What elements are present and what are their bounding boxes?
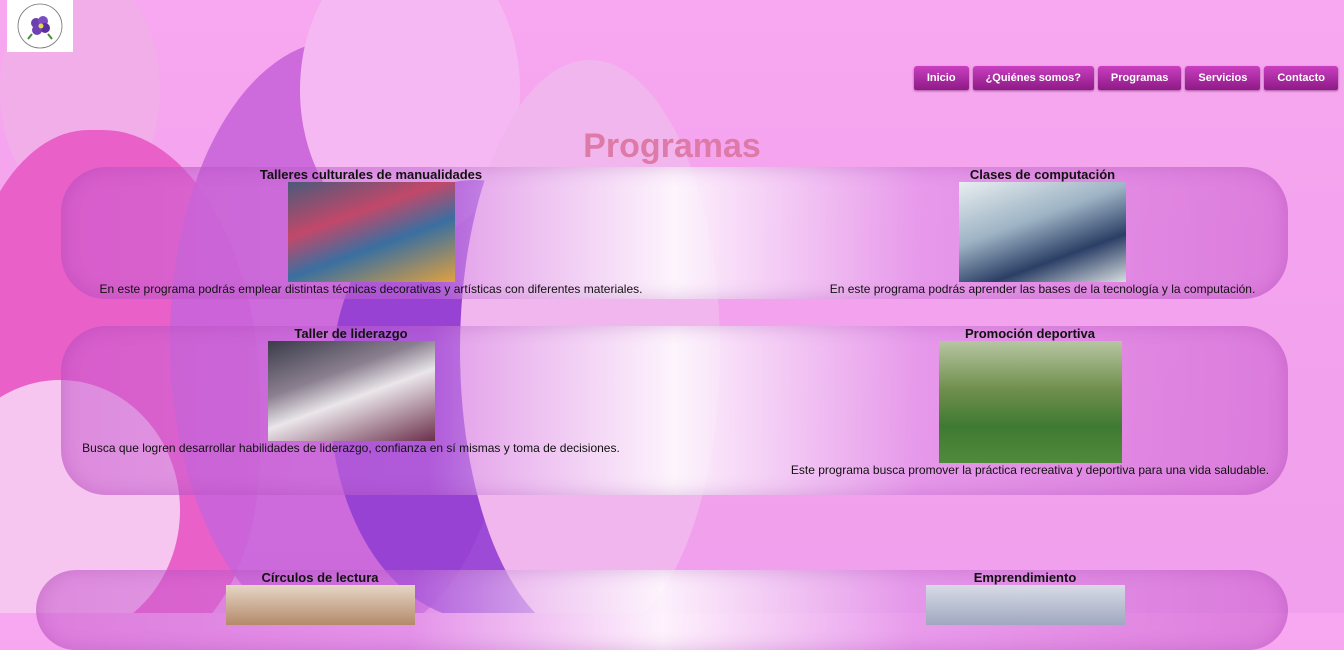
program-title: Clases de computación [969,167,1116,182]
program-photo [959,182,1126,282]
program-item: Emprendimiento [900,570,1150,625]
program-title: Emprendimiento [973,570,1077,585]
program-photo [925,585,1125,625]
program-title: Talleres culturales de manualidades [259,167,483,182]
program-title: Círculos de lectura [261,570,379,585]
program-description: Este programa busca promover la práctica… [790,463,1270,477]
nav-contacto[interactable]: Contacto [1264,66,1338,90]
program-item: Talleres culturales de manualidades En e… [61,167,681,296]
program-item: Círculos de lectura [190,570,450,625]
program-description: Busca que logren desarrollar habilidades… [82,441,620,455]
program-title: Taller de liderazgo [294,326,408,341]
program-photo [225,585,415,625]
nav-servicios[interactable]: Servicios [1185,66,1261,90]
nav-programas[interactable]: Programas [1097,66,1182,90]
program-title: Promoción deportiva [964,326,1096,341]
nav-quienes-somos[interactable]: ¿Quiénes somos? [972,66,1094,90]
program-description: En este programa podrás emplear distinta… [99,282,643,296]
main-nav: Inicio ¿Quiénes somos? Programas Servici… [913,66,1338,90]
program-photo [267,341,435,441]
logo-flower-icon [17,3,63,49]
program-item: Promoción deportiva Este programa busca … [790,326,1270,477]
program-item: Clases de computación En este programa p… [790,167,1295,296]
program-description: En este programa podrás aprender las bas… [829,282,1256,296]
site-logo[interactable] [7,0,73,52]
page-title: Programas [583,126,761,165]
program-photo [287,182,455,282]
background-silhouettes [0,0,1344,613]
nav-inicio[interactable]: Inicio [913,66,969,90]
program-item: Taller de liderazgo Busca que logren des… [76,326,626,455]
program-photo [938,341,1122,463]
